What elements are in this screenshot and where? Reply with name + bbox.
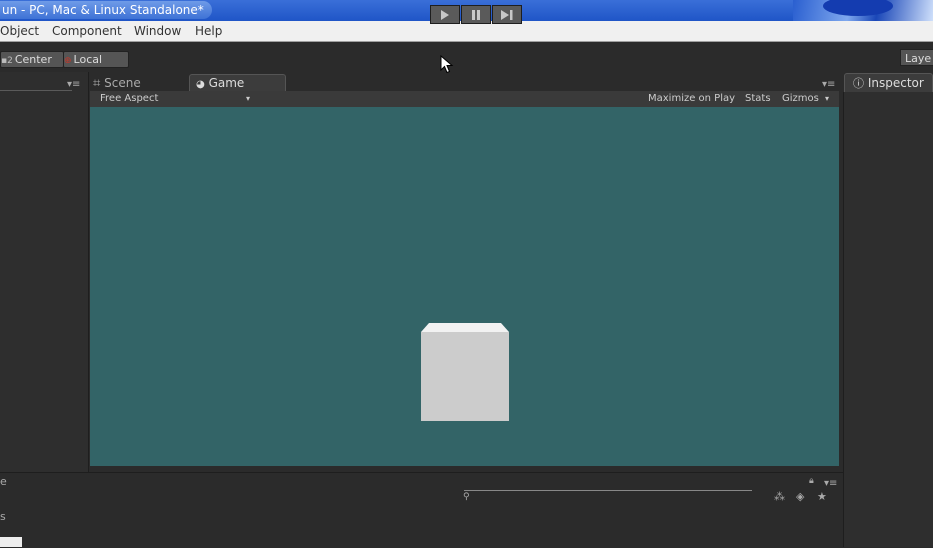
info-icon: ⓘ [853,77,864,90]
pause-button[interactable] [461,5,491,24]
hierarchy-search-field[interactable] [0,90,72,91]
project-panel [0,472,843,548]
toolbar [0,42,933,72]
menu-item-help[interactable]: Help [195,24,222,38]
window-title: un - PC, Mac & Linux Standalone* [0,1,212,19]
title-bar-blob [823,0,893,16]
step-button[interactable] [492,5,522,24]
pivot-icon: ▪2 [1,56,13,66]
layers-dropdown[interactable]: Laye [900,49,933,66]
play-icon [441,10,449,20]
inspector-panel [843,92,933,547]
playback-controls [430,5,524,24]
tab-scene[interactable]: ⌗ Scene [93,75,141,91]
asset-thumbnail[interactable] [0,537,22,547]
search-icon: ⚲ [463,492,470,502]
game-view-toolbar: Free Aspect ▾ Maximize on Play Stats Giz… [90,91,839,107]
pause-icon [472,10,480,20]
star-icon[interactable]: ★ [817,490,827,503]
mouse-cursor-icon [440,55,454,74]
cube-object [421,323,509,421]
chevron-down-icon: ▾ [246,94,251,103]
gizmos-chevron-icon: ▾ [825,94,830,103]
person-group-icon[interactable]: ⁂ [774,490,785,503]
lock-icon[interactable]: 🔒︎ [809,476,814,486]
project-search-input[interactable] [464,490,752,491]
gizmos-dropdown[interactable]: Gizmos [782,91,819,107]
play-button[interactable] [430,5,460,24]
title-bar-decoration [793,0,933,21]
panel-menu-icon[interactable]: ▾≡ [67,79,80,90]
game-panel-menu-icon[interactable]: ▾≡ [822,79,835,90]
step-icon [501,10,513,20]
game-controller-icon: ◕ [196,79,205,90]
maximize-on-play-toggle[interactable]: Maximize on Play [648,91,735,107]
tab-game[interactable]: ◕ Game [189,74,286,91]
aspect-dropdown[interactable]: Free Aspect [100,91,158,107]
bottom-left-label: e [0,475,7,488]
bottom-left-label-2: s [0,510,6,523]
menu-item-component[interactable]: Component [52,24,122,38]
menu-bar: Object Component Window Help [0,21,933,42]
tag-icon[interactable]: ◈ [796,490,804,503]
menu-item-window[interactable]: Window [134,24,181,38]
hierarchy-panel [0,72,89,472]
global-icon: ⊕ [64,56,72,66]
project-panel-menu-icon[interactable]: ▾≡ [824,478,837,489]
stats-toggle[interactable]: Stats [745,91,771,107]
pivot-local-button[interactable]: ⊕ Local [63,51,129,68]
tab-inspector[interactable]: ⓘ Inspector [844,73,933,92]
pivot-center-button[interactable]: ▪2 Center [0,51,64,68]
grid-icon: ⌗ [93,76,101,91]
menu-item-object[interactable]: Object [0,24,39,38]
